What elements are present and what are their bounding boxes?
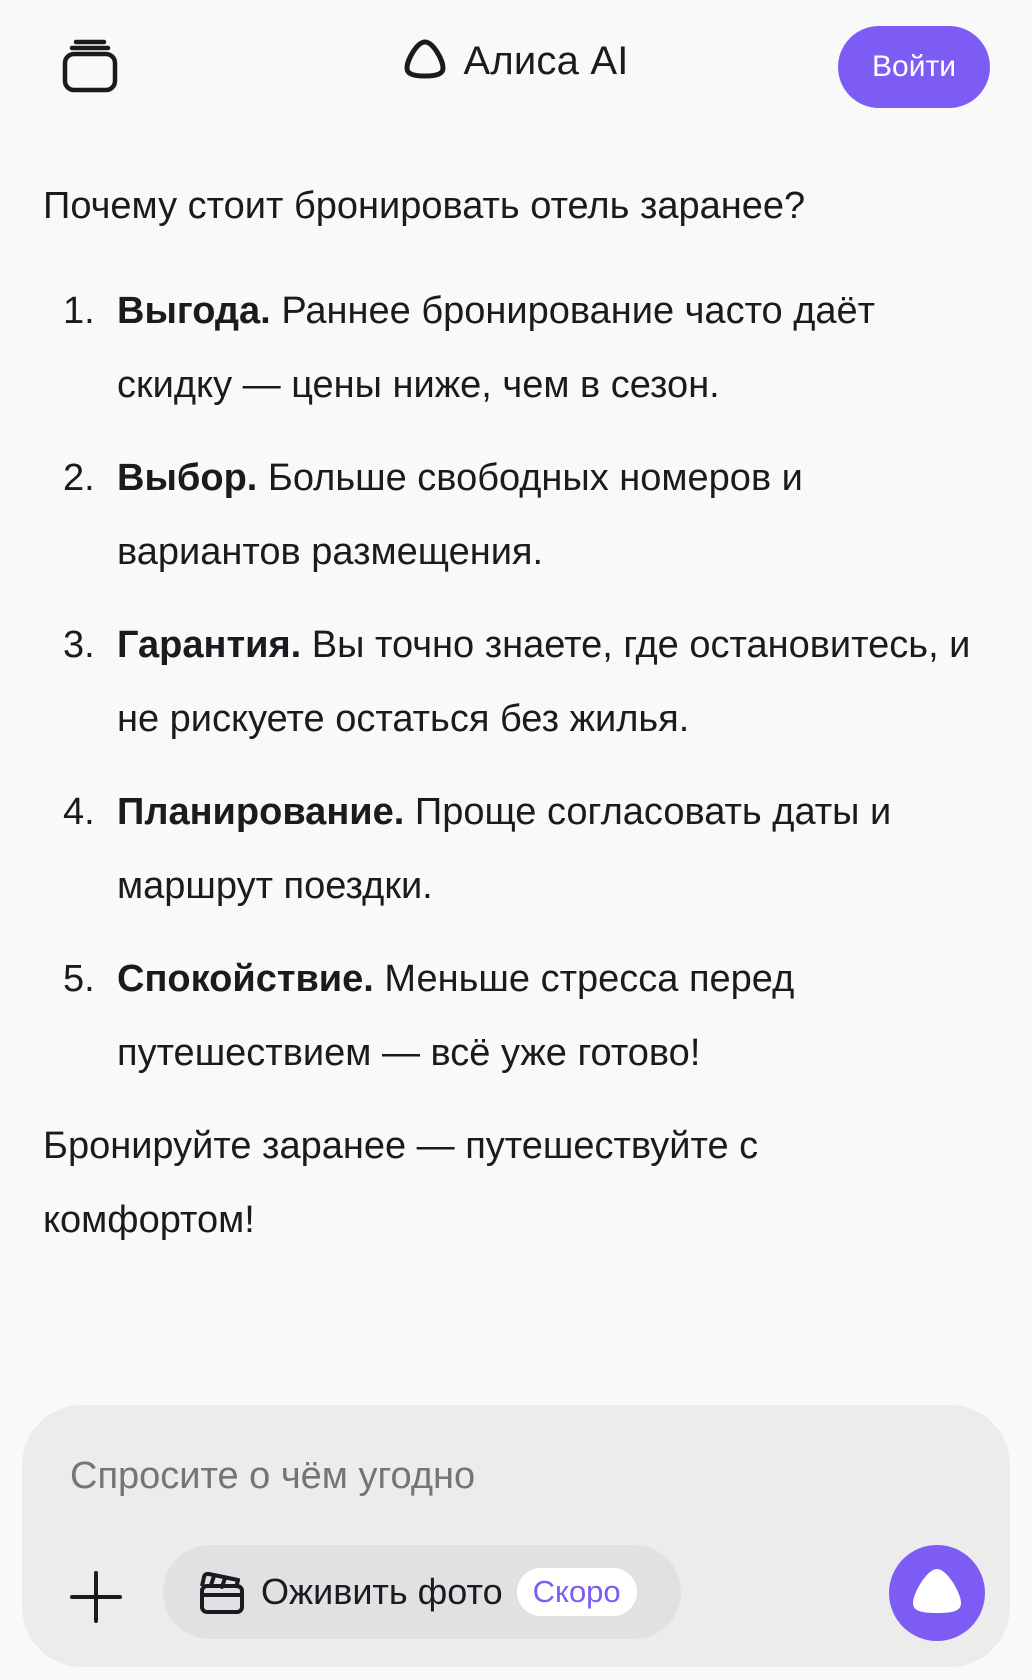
- alice-logo-icon: [403, 38, 447, 85]
- list-item-number: 5.: [63, 958, 95, 1000]
- list-item-title: Выгода.: [117, 290, 271, 332]
- clapperboard-icon: [197, 1567, 247, 1617]
- list-item-title: Спокойствие.: [117, 958, 374, 1000]
- add-attachment-button[interactable]: [66, 1569, 126, 1629]
- chat-message: Почему стоит бронировать отель заранее? …: [43, 174, 973, 1257]
- list-item: 3. Гарантия. Вы точно знаете, где остано…: [43, 608, 973, 756]
- list-item-title: Гарантия.: [117, 624, 302, 666]
- composer: Оживить фото Скоро: [22, 1405, 1010, 1667]
- list-item-number: 3.: [63, 624, 95, 666]
- message-question: Почему стоит бронировать отель заранее?: [43, 185, 806, 227]
- animate-photo-label: Оживить фото: [261, 1571, 503, 1612]
- prompt-input[interactable]: [70, 1455, 890, 1498]
- list-item: 2. Выбор. Больше свободных номеров и вар…: [43, 441, 973, 589]
- login-button[interactable]: Войти: [838, 26, 990, 108]
- app-header: Алиса AI Войти: [0, 0, 1032, 140]
- alice-voice-icon: [910, 1567, 964, 1620]
- voice-button[interactable]: [889, 1545, 985, 1641]
- list-item-number: 4.: [63, 791, 95, 833]
- list-item: 1. Выгода. Раннее бронирование часто даё…: [43, 274, 973, 422]
- plus-icon: [70, 1570, 122, 1628]
- list-item-number: 1.: [63, 290, 95, 332]
- app-title: Алиса AI: [463, 39, 629, 83]
- message-closing: Бронируйте заранее — путешествуйте с ком…: [43, 1125, 759, 1241]
- animate-photo-button[interactable]: Оживить фото Скоро: [163, 1545, 681, 1639]
- answer-list: 1. Выгода. Раннее бронирование часто даё…: [43, 274, 973, 1090]
- list-item: 5. Спокойствие. Меньше стресса перед пут…: [43, 942, 973, 1090]
- list-item-title: Планирование.: [117, 791, 405, 833]
- soon-badge: Скоро: [516, 1568, 637, 1616]
- list-item: 4. Планирование. Проще согласовать даты …: [43, 775, 973, 923]
- list-item-title: Выбор.: [117, 457, 258, 499]
- list-item-number: 2.: [63, 457, 95, 499]
